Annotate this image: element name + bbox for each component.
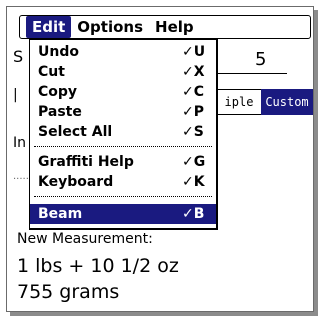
menu-edit[interactable]: Edit (26, 16, 72, 38)
shortcut-label: ✓U (182, 44, 206, 60)
shortcut-label: ✓G (182, 154, 206, 170)
shortcut-label: ✓C (182, 84, 205, 100)
menu-item-copy[interactable]: Copy ✓C (30, 82, 216, 102)
segment-custom[interactable]: Custom (261, 89, 313, 115)
bg-left-bracket: | (13, 87, 18, 103)
menu-item-graffiti-help[interactable]: Graffiti Help ✓G (30, 152, 216, 172)
menu-item-label: Beam (38, 206, 83, 222)
menu-options[interactable]: Options (71, 16, 149, 38)
menu-item-label: Cut (38, 64, 65, 80)
measurement-metric: 755 grams (17, 281, 120, 303)
bg-label-in: In (13, 135, 27, 151)
shortcut-label: ✓K (182, 174, 205, 190)
menu-item-cut[interactable]: Cut ✓X (30, 62, 216, 82)
menu-item-undo[interactable]: Undo ✓U (30, 42, 216, 62)
menu-item-label: Graffiti Help (38, 154, 134, 170)
bg-label-s: S (13, 47, 24, 66)
new-measurement-label: New Measurement: (17, 231, 153, 247)
menu-item-label: Undo (38, 44, 79, 60)
edit-menu-dropdown: Undo ✓U Cut ✓X Copy ✓C Paste ✓P Select A… (29, 39, 218, 230)
menu-bar: Edit Options Help (19, 15, 311, 39)
menu-item-keyboard[interactable]: Keyboard ✓K (30, 172, 216, 192)
menu-item-label: Paste (38, 104, 82, 120)
device-frame: S 5 | iple Custom In ....... New Measure… (6, 6, 314, 312)
menu-item-label: Copy (38, 84, 78, 100)
menu-divider (34, 146, 212, 147)
segment-triple[interactable]: iple (214, 89, 264, 115)
shortcut-label: ✓P (182, 104, 204, 120)
shortcut-label: ✓B (182, 206, 205, 222)
screen: S 5 | iple Custom In ....... New Measure… (7, 7, 313, 311)
shortcut-label: ✓X (182, 64, 205, 80)
menu-divider (34, 196, 212, 197)
menu-item-paste[interactable]: Paste ✓P (30, 102, 216, 122)
shortcut-label: ✓S (182, 124, 204, 140)
quantity-value[interactable]: 5 (255, 49, 266, 70)
menu-item-label: Keyboard (38, 174, 114, 190)
menu-item-label: Select All (38, 124, 113, 140)
menu-help[interactable]: Help (149, 16, 200, 38)
menu-item-select-all[interactable]: Select All ✓S (30, 122, 216, 142)
measurement-imperial: 1 lbs + 10 1/2 oz (17, 255, 179, 277)
menu-item-beam[interactable]: Beam ✓B (30, 204, 216, 224)
